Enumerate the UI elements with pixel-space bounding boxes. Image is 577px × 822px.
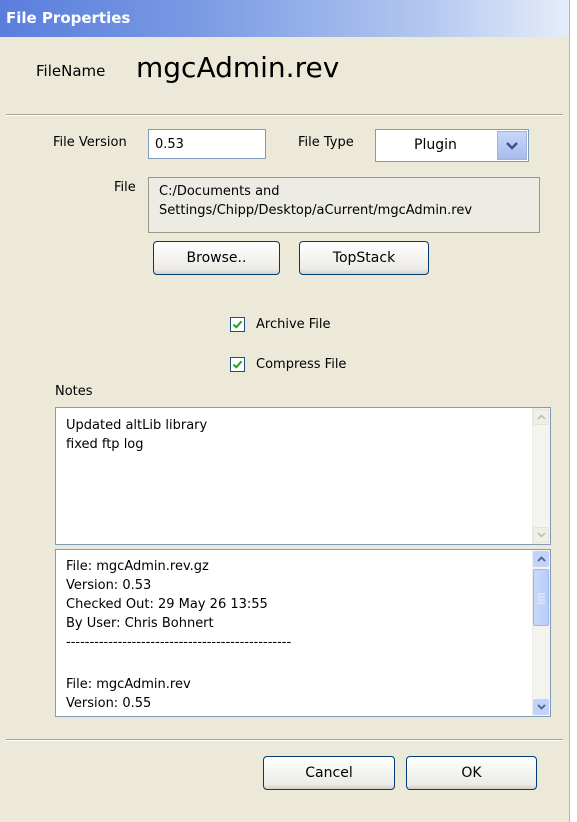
browse-button[interactable]: Browse.. <box>153 241 280 275</box>
topstack-button[interactable]: TopStack <box>299 241 429 275</box>
filename-value: mgcAdmin.rev <box>136 51 340 84</box>
history-line: Version: 0.55 <box>66 696 152 711</box>
cancel-button[interactable]: Cancel <box>263 756 395 790</box>
title-bar[interactable]: File Properties <box>0 0 569 37</box>
compress-file-label[interactable]: Compress File <box>256 357 346 372</box>
notes-label: Notes <box>55 384 93 399</box>
notes-line-1: Updated altLib library <box>66 418 208 433</box>
file-path-line2: Settings/Chipp/Desktop/aCurrent/mgcAdmin… <box>159 203 473 218</box>
file-path-field: C:/Documents and Settings/Chipp/Desktop/… <box>148 177 540 233</box>
filename-label: FileName <box>36 62 106 80</box>
history-line: File: mgcAdmin.rev <box>66 677 191 692</box>
history-line: File: mgcAdmin.rev.gz <box>66 559 209 574</box>
notes-line-2: fixed ftp log <box>66 437 144 452</box>
history-scrollbar[interactable] <box>532 550 550 716</box>
history-line: Version: 0.53 <box>66 578 152 593</box>
file-type-select[interactable]: Plugin <box>375 129 529 162</box>
file-version-label: File Version <box>53 135 127 150</box>
archive-file-checkbox[interactable] <box>230 317 245 332</box>
file-version-input[interactable]: 0.53 <box>148 129 266 159</box>
scroll-down-icon[interactable] <box>533 527 549 543</box>
window-title: File Properties <box>6 9 131 27</box>
scroll-down-icon[interactable] <box>533 699 549 715</box>
file-label: File <box>114 180 136 195</box>
file-properties-window: File Properties FileName mgcAdmin.rev Fi… <box>0 0 570 822</box>
separator-bottom <box>6 739 563 741</box>
file-path-line1: C:/Documents and <box>159 184 280 199</box>
history-log[interactable]: File: mgcAdmin.rev.gz Version: 0.53 Chec… <box>55 549 551 717</box>
archive-file-label[interactable]: Archive File <box>256 317 331 332</box>
scroll-up-icon[interactable] <box>533 551 549 567</box>
file-type-value: Plugin <box>414 137 457 153</box>
chevron-down-icon[interactable] <box>497 131 527 160</box>
file-type-label: File Type <box>298 135 354 150</box>
notes-textarea[interactable]: Updated altLib library fixed ftp log <box>55 407 551 545</box>
notes-scrollbar[interactable] <box>532 408 550 544</box>
file-version-value: 0.53 <box>155 137 184 152</box>
history-line: By User: Chris Bohnert <box>66 616 214 631</box>
compress-file-checkbox[interactable] <box>230 357 245 372</box>
ok-button[interactable]: OK <box>406 756 537 790</box>
separator-top <box>6 114 563 116</box>
scroll-thumb[interactable] <box>533 569 549 626</box>
history-line: Checked Out: 29 May 26 13:55 <box>66 597 268 612</box>
scroll-up-icon[interactable] <box>533 409 549 425</box>
history-divider: ----------------------------------------… <box>66 635 292 650</box>
